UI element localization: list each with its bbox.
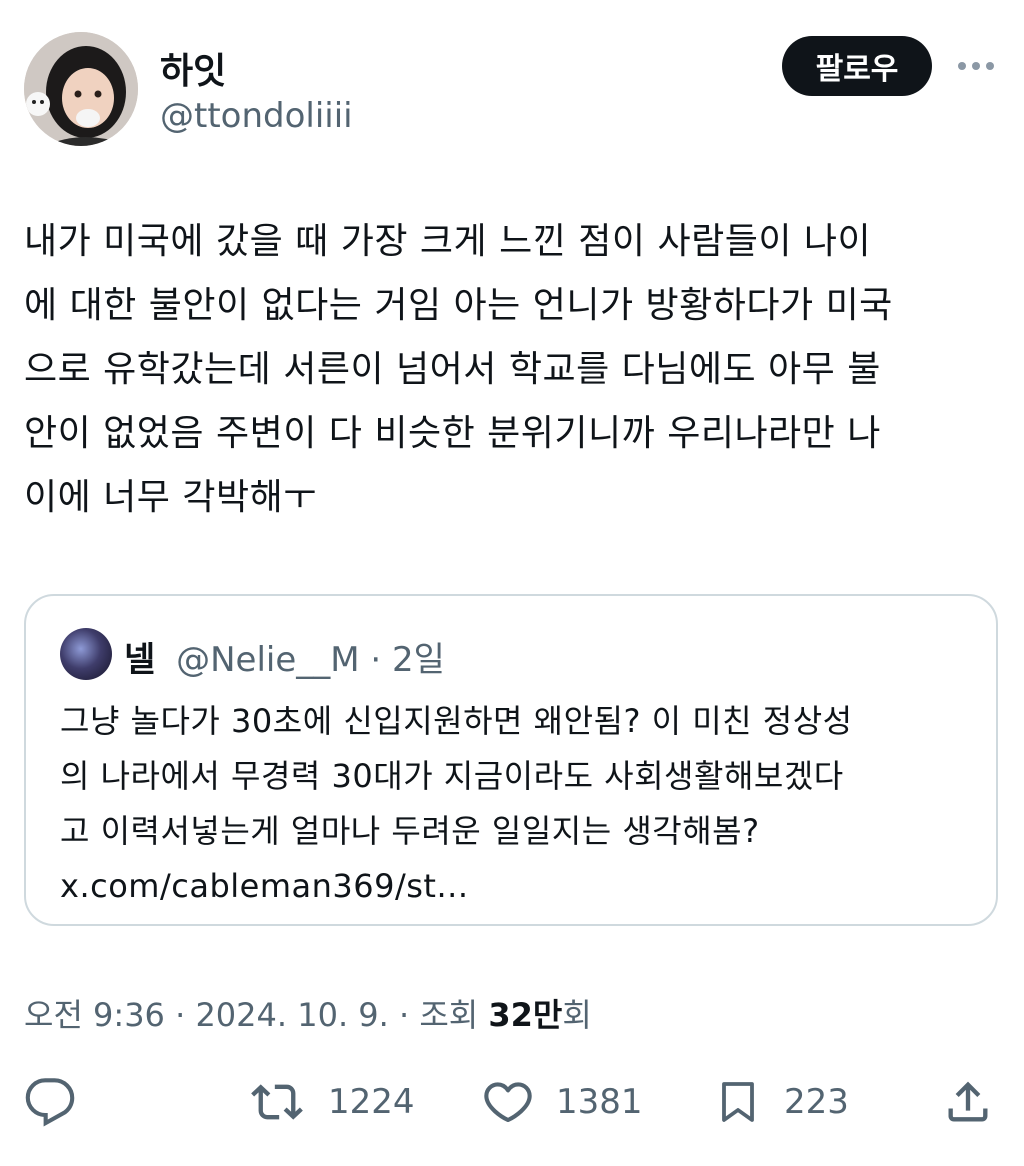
author-avatar[interactable] <box>24 32 138 146</box>
more-dot <box>986 62 994 70</box>
tweet-date[interactable]: 2024. 10. 9. <box>195 996 388 1034</box>
share-icon <box>948 1081 988 1122</box>
heart-icon <box>484 1082 532 1123</box>
retweet-button[interactable]: 1224 <box>248 1070 415 1134</box>
follow-button[interactable]: 팔로우 <box>782 36 932 96</box>
meta-separator: · <box>388 996 420 1034</box>
bookmark-icon <box>722 1082 754 1122</box>
action-bar: 1224 1381 223 <box>0 1070 1024 1134</box>
views-suffix: 회 <box>562 996 592 1034</box>
quoted-author-avatar[interactable] <box>60 628 112 680</box>
views-label: 조회 <box>419 996 489 1034</box>
views-count: 32만 <box>488 996 563 1034</box>
quoted-tweet-card[interactable]: 넬 @Nelie__M · 2일 그냥 놀다가 30초에 신입지원하면 왜안됨?… <box>24 594 998 926</box>
share-button[interactable] <box>942 1070 994 1134</box>
bookmark-count: 223 <box>784 1082 849 1122</box>
quoted-tweet-text: 그냥 놀다가 30초에 신입지원하면 왜안됨? 이 미친 정상성 의 나라에서 … <box>60 702 853 905</box>
quoted-author-name[interactable]: 넬 <box>124 640 155 680</box>
author-handle[interactable]: @ttondoliiii <box>160 96 353 136</box>
reply-button[interactable] <box>24 1070 76 1134</box>
quoted-tweet-time[interactable]: 2일 <box>392 640 445 680</box>
like-button[interactable]: 1381 <box>482 1070 643 1134</box>
quoted-tweet-header: 넬 @Nelie__M · 2일 <box>124 632 445 681</box>
retweet-count: 1224 <box>328 1082 415 1122</box>
reply-icon <box>25 1078 75 1127</box>
more-dot <box>958 62 966 70</box>
profile-photo <box>24 32 138 146</box>
tweet-text: 내가 미국에 갔을 때 가장 크게 느낀 점이 사람들이 나이 에 대한 불안이… <box>24 221 893 518</box>
like-count: 1381 <box>556 1082 643 1122</box>
more-icon[interactable] <box>958 52 998 80</box>
author-display-name[interactable]: 하잇 <box>160 42 226 94</box>
tweet-time[interactable]: 오전 9:36 <box>24 996 165 1034</box>
quoted-meta-separator: · <box>359 640 393 680</box>
more-dot <box>972 62 980 70</box>
quoted-author-handle[interactable]: @Nelie__M <box>176 640 360 680</box>
bookmark-button[interactable]: 223 <box>714 1070 849 1134</box>
tweet-meta: 오전 9:36 · 2024. 10. 9. · 조회 32만회 <box>24 990 592 1036</box>
meta-separator: · <box>164 996 196 1034</box>
retweet-icon <box>251 1084 303 1120</box>
